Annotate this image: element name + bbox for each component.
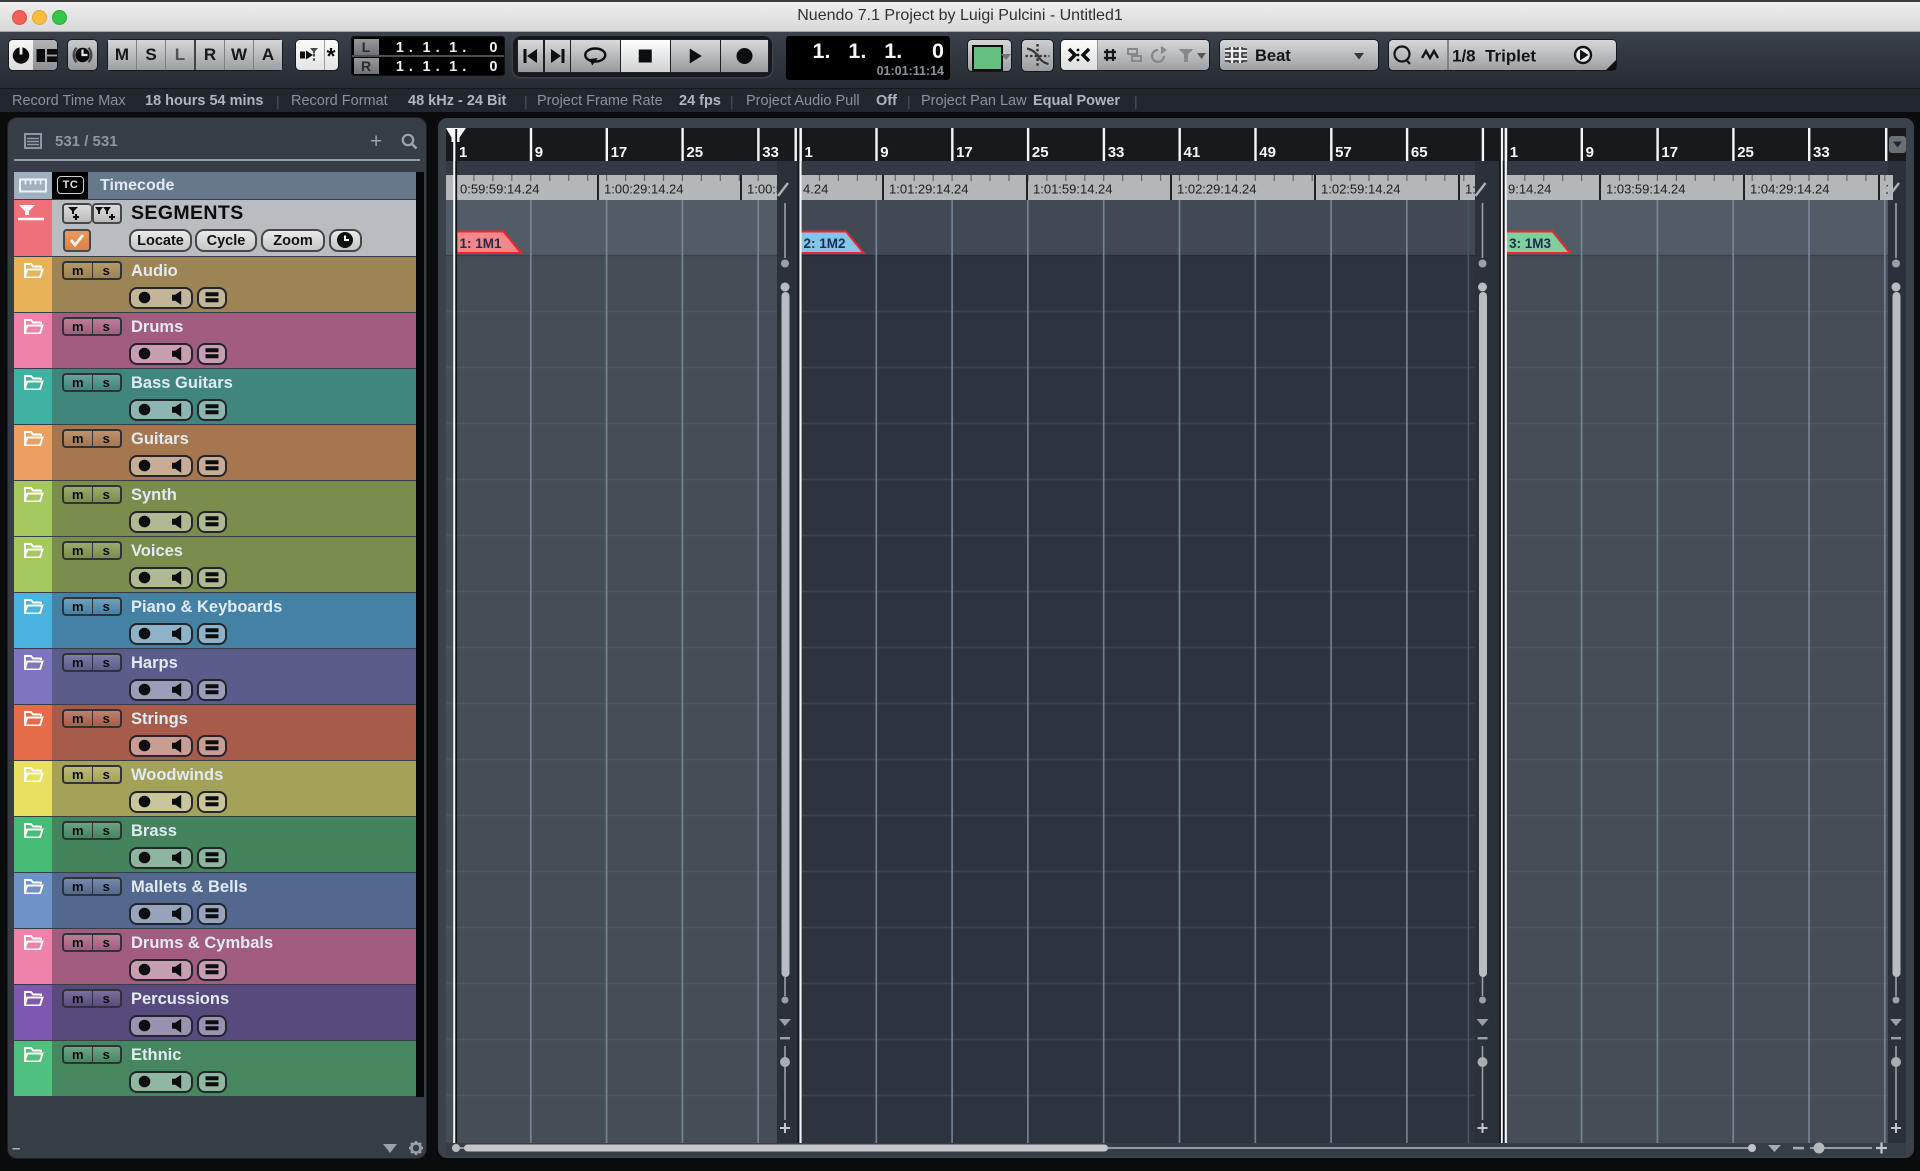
svg-text:1:: 1: <box>1465 182 1476 197</box>
svg-text:17: 17 <box>1661 144 1678 161</box>
svg-text:33: 33 <box>762 144 779 161</box>
svg-text:17: 17 <box>611 144 628 161</box>
svg-text:1:02:59:14.24: 1:02:59:14.24 <box>1321 182 1401 197</box>
svg-text:25: 25 <box>1032 144 1049 161</box>
svg-text:17: 17 <box>956 144 973 161</box>
svg-text:25: 25 <box>686 144 703 161</box>
svg-text:1: 1 <box>1510 144 1518 161</box>
svg-text:1:00:29:14.24: 1:00:29:14.24 <box>604 182 684 197</box>
svg-text:9:14.24: 9:14.24 <box>1508 182 1551 197</box>
svg-text:4.24: 4.24 <box>803 182 828 197</box>
svg-text:1:03:59:14.24: 1:03:59:14.24 <box>1606 182 1686 197</box>
svg-text:41: 41 <box>1184 144 1201 161</box>
svg-text:1:04:29:14.24: 1:04:29:14.24 <box>1750 182 1830 197</box>
svg-text:49: 49 <box>1259 144 1276 161</box>
svg-text:2: 1M2: 2: 1M2 <box>804 236 846 251</box>
svg-text:9: 9 <box>880 144 888 161</box>
svg-text:9: 9 <box>535 144 543 161</box>
svg-text:1: 1M1: 1: 1M1 <box>460 236 503 251</box>
svg-text:3: 1M3: 3: 1M3 <box>1509 236 1552 251</box>
svg-text:57: 57 <box>1335 144 1352 161</box>
svg-text:1: 1 <box>459 144 467 161</box>
svg-text:33: 33 <box>1108 144 1125 161</box>
svg-text:33: 33 <box>1813 144 1830 161</box>
svg-text:65: 65 <box>1411 144 1428 161</box>
svg-text:1:02:29:14.24: 1:02:29:14.24 <box>1177 182 1257 197</box>
svg-text:9: 9 <box>1586 144 1594 161</box>
svg-text:1:01:29:14.24: 1:01:29:14.24 <box>889 182 969 197</box>
svg-text:1:01:59:14.24: 1:01:59:14.24 <box>1033 182 1113 197</box>
svg-text:1: 1 <box>805 144 813 161</box>
svg-text:0:59:59:14.24: 0:59:59:14.24 <box>460 182 540 197</box>
svg-text:25: 25 <box>1737 144 1754 161</box>
